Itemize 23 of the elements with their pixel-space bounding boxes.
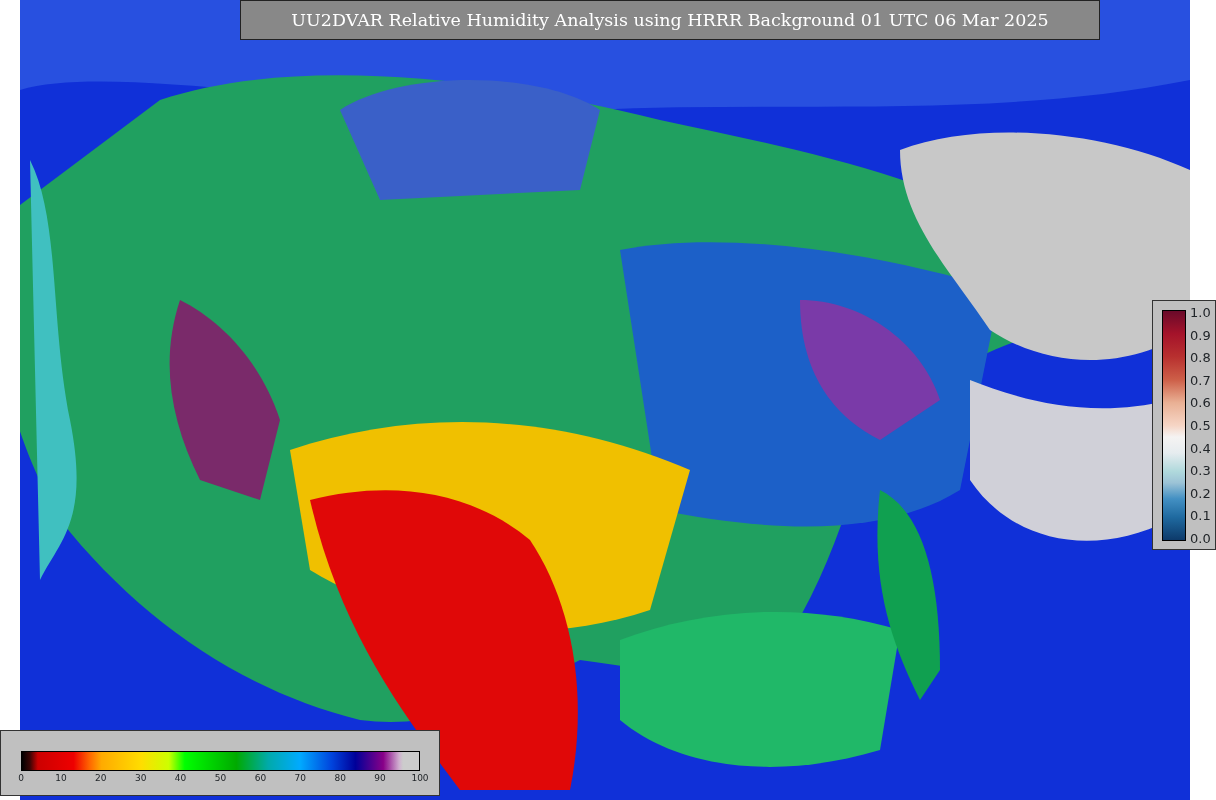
tick-label: 60 bbox=[254, 774, 267, 783]
tick-label: 0.3 bbox=[1190, 464, 1211, 478]
tick-label: 10 bbox=[55, 774, 67, 783]
tick-label: 0.2 bbox=[1190, 486, 1211, 500]
tick-label: 1.0 bbox=[1190, 306, 1211, 319]
tick-label: 0.8 bbox=[1190, 351, 1211, 365]
tick-label: 30 bbox=[134, 774, 147, 783]
tick-label: 20 bbox=[95, 774, 107, 783]
tick-label: 0 bbox=[18, 774, 24, 783]
chart-title: UU2DVAR Relative Humidity Analysis using HRRR Background 01 UTC 06 Mar 2025 bbox=[240, 0, 1100, 40]
tick-label: 0.0 bbox=[1190, 531, 1211, 545]
tick-label: 90 bbox=[374, 774, 386, 783]
tick-label: 40 bbox=[174, 774, 187, 783]
tick-label: 50 bbox=[214, 774, 227, 783]
tick-label: 0.7 bbox=[1190, 373, 1211, 387]
tick-label: 0.4 bbox=[1190, 441, 1211, 455]
tick-label: 70 bbox=[294, 774, 306, 783]
tick-label: 80 bbox=[334, 774, 346, 783]
tick-label: 0.5 bbox=[1190, 418, 1211, 432]
tick-label: 0.9 bbox=[1190, 328, 1211, 342]
tick-label: 0.1 bbox=[1190, 509, 1211, 523]
tick-label: 100 bbox=[411, 774, 429, 783]
tick-label: 0.6 bbox=[1190, 396, 1211, 410]
